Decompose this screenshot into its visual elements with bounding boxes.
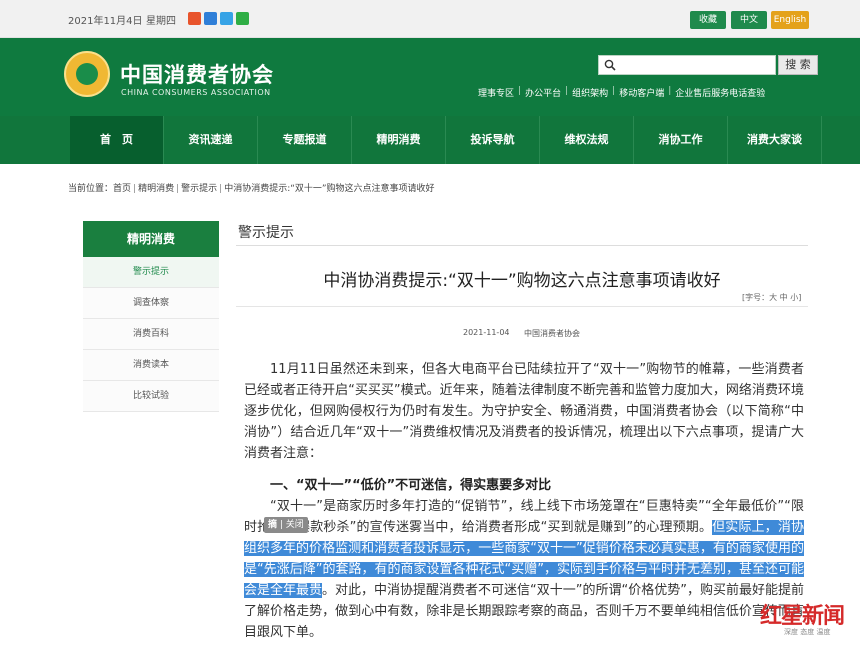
social-share-icons (188, 12, 249, 25)
main-nav: 首 页 资讯速递 专题报道 精明消费 投诉导航 维权法规 消协工作 消费大家谈 (0, 116, 860, 164)
cca-logo-icon[interactable] (64, 51, 110, 97)
breadcrumb-warning[interactable]: 警示提示 (181, 184, 217, 194)
watermark-slogan: 深度 态度 温度 (784, 628, 831, 636)
quick-link-office[interactable]: 办公平台 (521, 86, 565, 99)
sidebar-item-survey[interactable]: 调查体察 (83, 288, 219, 319)
breadcrumb-prefix: 当前位置： (68, 184, 114, 194)
nav-home[interactable]: 首 页 (70, 116, 164, 164)
site-name-english: CHINA CONSUMERS ASSOCIATION (121, 88, 271, 97)
sina-weibo-icon[interactable] (188, 12, 201, 25)
nav-association-work[interactable]: 消协工作 (634, 116, 728, 164)
sidebar-item-comparison[interactable]: 比较试验 (83, 381, 219, 412)
quick-links: 理事专区 | 办公平台 | 组织架构 | 移动客户端 | 企业售后服务电话查验 (474, 86, 769, 99)
search-icon (604, 59, 616, 71)
favorite-button[interactable]: 收藏 (690, 11, 726, 29)
current-date: 2021年11月4日 (68, 16, 143, 27)
section-title: 警示提示 (238, 225, 294, 241)
nav-news[interactable]: 资讯速递 (164, 116, 258, 164)
title-divider (236, 306, 808, 307)
paragraph-2-end: 。对此，中消协提醒消费者不可迷信“双十一”的所谓“价格优势”，购买前最好能提前了… (244, 583, 804, 640)
site-header: 中国消费者协会 CHINA CONSUMERS ASSOCIATION 搜 索 … (0, 38, 860, 116)
article-paragraph-2: “双十一”是商家历时多年打造的“促销节”，线上线下市场笼罩在“巨惠特卖”“全年最… (244, 496, 804, 643)
breadcrumb: 当前位置：首页 | 精明消费 | 警示提示 | 中消协消费提示:“双十一”购物这六点注意事项… (68, 184, 435, 194)
sidebar: 精明消费 警示提示 调查体察 消费百科 消费读本 比较试验 (83, 221, 219, 412)
nav-smart-consumption[interactable]: 精明消费 (352, 116, 446, 164)
font-size-control[interactable]: [字号：大 中 小] (742, 292, 801, 303)
top-bar: 2021年11月4日 星期四 收藏 中文 English (0, 0, 860, 38)
watermark-brand: 红星新闻 (760, 603, 845, 629)
search-button[interactable]: 搜 索 (778, 55, 818, 75)
sidebar-item-reader[interactable]: 消费读本 (83, 350, 219, 381)
nav-complaint[interactable]: 投诉导航 (446, 116, 540, 164)
quick-link-service-check[interactable]: 企业售后服务电话查验 (671, 86, 769, 99)
tencent-weibo-icon[interactable] (220, 12, 233, 25)
wechat-icon[interactable] (236, 12, 249, 25)
sidebar-title: 精明消费 (83, 221, 219, 257)
sidebar-item-encyclopedia[interactable]: 消费百科 (83, 319, 219, 350)
nav-regulations[interactable]: 维权法规 (540, 116, 634, 164)
english-language-button[interactable]: English (771, 11, 809, 29)
breadcrumb-home[interactable]: 首页 (113, 184, 131, 194)
quick-link-mobile[interactable]: 移动客户端 (615, 86, 668, 99)
close-tooltip-button[interactable]: 关闭 (286, 520, 304, 530)
article-title: 中消协消费提示:“双十一”购物这六点注意事项请收好 (323, 271, 721, 291)
quick-link-council[interactable]: 理事专区 (474, 86, 518, 99)
breadcrumb-smart-consumption[interactable]: 精明消费 (138, 184, 174, 194)
search-input[interactable] (598, 55, 776, 75)
nav-forum[interactable]: 消费大家谈 (728, 116, 822, 164)
section-divider (236, 245, 808, 246)
nav-special[interactable]: 专题报道 (258, 116, 352, 164)
selection-tooltip: 摘 | 关闭 (264, 517, 308, 533)
article-heading-1: 一、“双十一”“低价”不可迷信，得实惠要多对比 (270, 478, 552, 493)
chinese-language-button[interactable]: 中文 (731, 11, 767, 29)
quick-link-structure[interactable]: 组织架构 (568, 86, 612, 99)
current-weekday: 星期四 (146, 16, 176, 27)
article-paragraph-1: 11月11日虽然还未到来，但各大电商平台已陆续拉开了“双十一”购物节的帷幕，一些… (244, 362, 804, 461)
red-star-news-watermark: 红星新闻 深度 态度 温度 (754, 596, 858, 642)
sidebar-item-warning[interactable]: 警示提示 (83, 257, 219, 288)
breadcrumb-current: 中消协消费提示:“双十一”购物这六点注意事项请收好 (224, 184, 435, 194)
article-date: 2021-11-04 (463, 328, 510, 337)
article-source: 中国消费者协会 (524, 329, 580, 338)
qq-icon[interactable] (204, 12, 217, 25)
excerpt-button[interactable]: 摘 (268, 520, 277, 530)
site-name[interactable]: 中国消费者协会 (120, 59, 274, 89)
